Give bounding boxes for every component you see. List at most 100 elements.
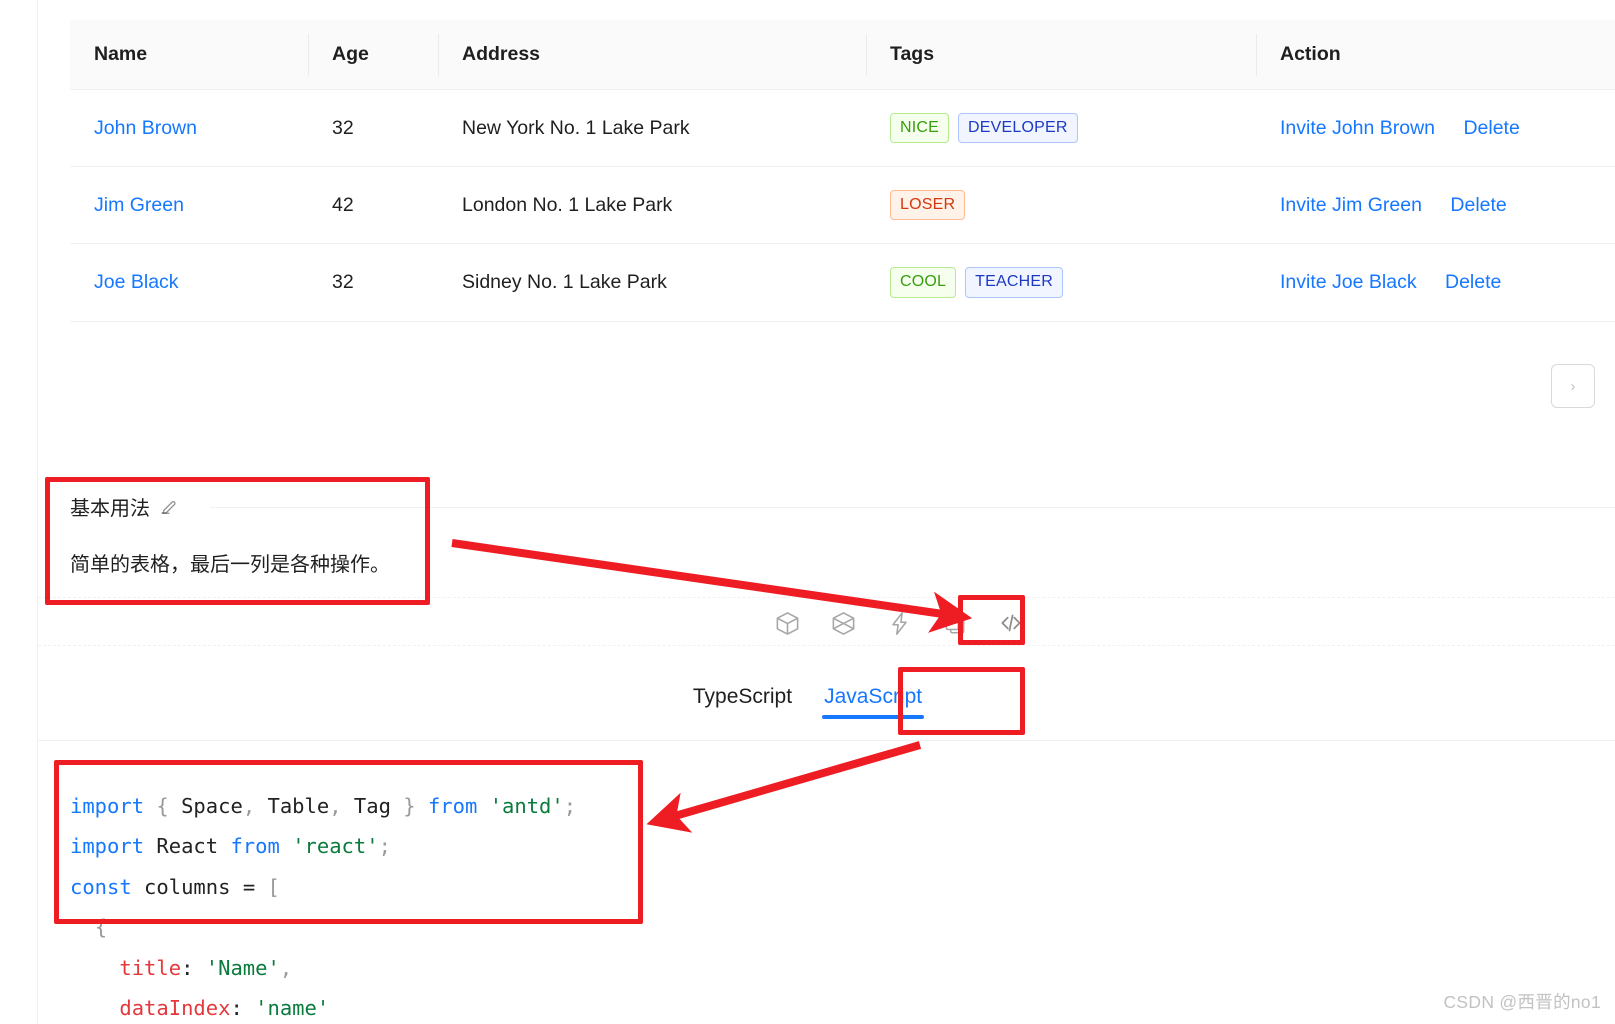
- code-token: ,: [279, 955, 293, 980]
- code-token: from: [230, 834, 280, 858]
- cell-action: Invite Joe Black Delete: [1256, 243, 1615, 322]
- delete-link[interactable]: Delete: [1450, 194, 1506, 216]
- tabs-bottom-divider: [38, 740, 1615, 741]
- tag: NICE: [890, 113, 950, 144]
- page-left-divider: [37, 0, 38, 1024]
- code-token: :: [181, 955, 206, 980]
- copy-clipboard-icon[interactable]: [938, 606, 972, 640]
- code-token: {: [94, 915, 108, 939]
- code-token: React: [144, 834, 231, 858]
- table-body: John Brown 32 New York No. 1 Lake Park N…: [70, 89, 1615, 322]
- tag: COOL: [890, 267, 957, 298]
- delete-link[interactable]: Delete: [1445, 271, 1501, 293]
- code-token: =: [242, 874, 256, 899]
- code-token: ,: [242, 793, 256, 818]
- table-row: Jim Green 42 London No. 1 Lake Park LOSE…: [70, 166, 1615, 245]
- stackblitz-lightning-icon[interactable]: [882, 606, 916, 640]
- cell-action: Invite Jim Green Delete: [1256, 166, 1615, 245]
- cell-tags: NICE DEVELOPER: [866, 89, 1256, 168]
- code-token: Tag: [341, 793, 404, 818]
- code-token: [: [267, 874, 280, 899]
- cell-age: 32: [308, 89, 438, 168]
- tag: DEVELOPER: [958, 113, 1078, 144]
- edit-pencil-icon[interactable]: [159, 497, 178, 516]
- code-token: title: [119, 955, 182, 980]
- code-token: :: [230, 996, 256, 1020]
- code-token: ,: [329, 793, 342, 818]
- column-header-action: Action: [1256, 20, 1615, 90]
- column-header-name: Name: [70, 20, 308, 90]
- tab-typescript[interactable]: TypeScript: [677, 673, 808, 727]
- user-name-link[interactable]: Jim Green: [94, 194, 184, 216]
- invite-link[interactable]: Invite John Brown: [1280, 117, 1435, 139]
- code-token: 'name': [255, 996, 330, 1020]
- column-header-tags: Tags: [866, 20, 1256, 90]
- csdn-watermark: CSDN @西晋的no1: [1443, 992, 1601, 1012]
- action-space: Invite Joe Black Delete: [1280, 271, 1501, 293]
- user-name-link[interactable]: John Brown: [94, 117, 197, 139]
- cell-name: Jim Green: [70, 166, 308, 245]
- title-rule: [210, 506, 1615, 508]
- cell-tags: LOSER: [866, 166, 1256, 245]
- code-token: dataIndex: [119, 996, 231, 1020]
- code-snippet[interactable]: import { Space, Table, Tag } from 'antd'…: [70, 786, 1470, 1024]
- invite-link[interactable]: Invite Jim Green: [1280, 194, 1422, 216]
- code-token: ;: [378, 834, 391, 858]
- column-header-age: Age: [308, 20, 438, 90]
- code-token: const: [70, 874, 132, 899]
- user-name-link[interactable]: Joe Black: [94, 271, 179, 293]
- cell-address: London No. 1 Lake Park: [438, 166, 866, 245]
- code-token: import: [70, 834, 145, 858]
- cell-name: John Brown: [70, 89, 308, 168]
- code-token: Table: [255, 793, 330, 818]
- codesandbox-icon[interactable]: [770, 606, 804, 640]
- code-token: import: [70, 793, 145, 818]
- action-space: Invite Jim Green Delete: [1280, 194, 1507, 216]
- code-token: }: [403, 793, 416, 818]
- pagination-next-button[interactable]: ›: [1551, 364, 1595, 408]
- demo-title-text: 基本用法: [70, 498, 150, 520]
- code-token: columns: [131, 874, 243, 899]
- toolbar-top-divider: [38, 597, 1615, 598]
- table-demo-container: Name Age Address Tags Action John Brown …: [70, 20, 1615, 322]
- cell-age: 32: [308, 243, 438, 322]
- code-token: 'antd': [489, 793, 564, 818]
- cell-age: 42: [308, 166, 438, 245]
- cell-action: Invite John Brown Delete: [1256, 89, 1615, 168]
- codepen-icon[interactable]: [826, 606, 860, 640]
- code-token: from: [427, 793, 478, 818]
- cell-tags: COOL TEACHER: [866, 243, 1256, 322]
- cell-address: New York No. 1 Lake Park: [438, 89, 866, 168]
- table-header-row: Name Age Address Tags Action: [70, 20, 1615, 90]
- delete-link[interactable]: Delete: [1463, 117, 1519, 139]
- demo-title-row: 基本用法: [70, 492, 1615, 521]
- code-token: 'Name': [205, 955, 280, 980]
- tag: LOSER: [890, 190, 966, 221]
- column-header-address: Address: [438, 20, 866, 90]
- code-token: {: [156, 793, 169, 818]
- tab-javascript[interactable]: JavaScript: [808, 673, 938, 727]
- cell-address: Sidney No. 1 Lake Park: [438, 243, 866, 322]
- table-header: Name Age Address Tags Action: [70, 20, 1615, 90]
- users-table: Name Age Address Tags Action John Brown …: [70, 20, 1615, 322]
- table-row: Joe Black 32 Sidney No. 1 Lake Park COOL…: [70, 243, 1615, 322]
- action-space: Invite John Brown Delete: [1280, 117, 1520, 139]
- language-tabs: TypeScript JavaScript: [0, 660, 1615, 740]
- demo-description-text: 简单的表格，最后一列是各种操作。: [70, 554, 390, 576]
- page-root: Name Age Address Tags Action John Brown …: [0, 0, 1615, 1024]
- code-token: Space: [168, 793, 243, 818]
- code-token: 'react': [292, 834, 379, 858]
- cell-name: Joe Black: [70, 243, 308, 322]
- table-row: John Brown 32 New York No. 1 Lake Park N…: [70, 89, 1615, 168]
- invite-link[interactable]: Invite Joe Black: [1280, 271, 1417, 293]
- demo-actions-toolbar: [770, 600, 1028, 646]
- show-code-icon[interactable]: [994, 606, 1028, 640]
